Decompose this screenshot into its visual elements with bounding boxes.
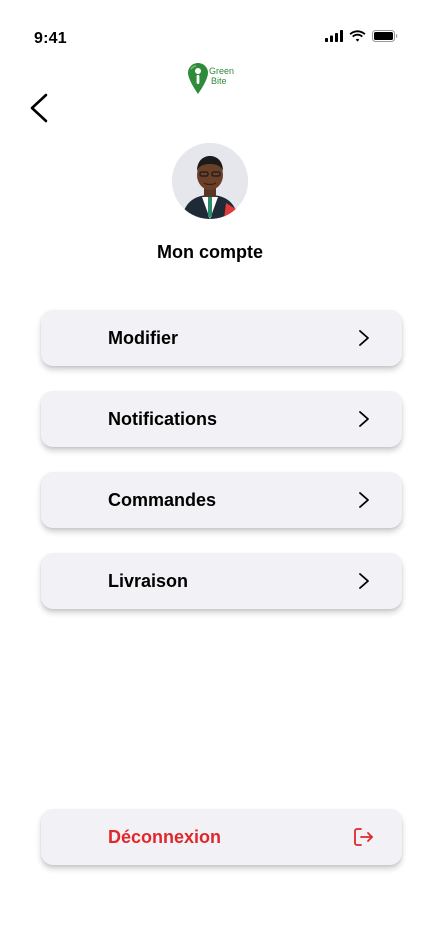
menu-item-commandes[interactable]: Commandes — [41, 472, 402, 528]
page-title: Mon compte — [157, 242, 263, 262]
account-screen: 9:41 Green Bite Mon compte Modifier Noti… — [0, 0, 430, 932]
menu-item-livraison[interactable]: Livraison — [41, 553, 402, 609]
logo-wordmark: Green Bite — [209, 66, 234, 86]
menu-item-label: Notifications — [108, 409, 218, 429]
logo-pin-icon — [188, 63, 208, 94]
menu-item-modifier[interactable]: Modifier — [41, 310, 402, 366]
status-icons — [325, 30, 398, 42]
chevron-right-icon — [359, 330, 369, 346]
chevron-left-icon — [30, 93, 48, 123]
cellular-signal-icon — [325, 30, 343, 42]
back-button[interactable] — [26, 92, 54, 124]
battery-icon — [372, 30, 398, 42]
logout-icon — [354, 828, 373, 846]
chevron-right-icon — [359, 411, 369, 427]
chevron-right-icon — [359, 573, 369, 589]
logout-button[interactable]: Déconnexion — [41, 809, 402, 865]
menu-item-notifications[interactable]: Notifications — [41, 391, 402, 447]
status-bar: 9:41 — [0, 0, 430, 60]
status-time: 9:41 — [34, 30, 67, 47]
avatar[interactable] — [172, 143, 248, 219]
menu-item-label: Livraison — [108, 571, 189, 591]
profile-photo — [172, 143, 248, 219]
green-bite-logo: Green Bite — [187, 60, 243, 96]
wifi-icon — [349, 30, 366, 42]
logout-label: Déconnexion — [108, 827, 222, 847]
logo-text-line1: Green — [209, 66, 235, 76]
menu-item-label: Modifier — [108, 328, 178, 348]
chevron-right-icon — [359, 492, 369, 508]
logo-text-line2: Bite — [211, 76, 227, 86]
menu-item-label: Commandes — [108, 490, 217, 510]
